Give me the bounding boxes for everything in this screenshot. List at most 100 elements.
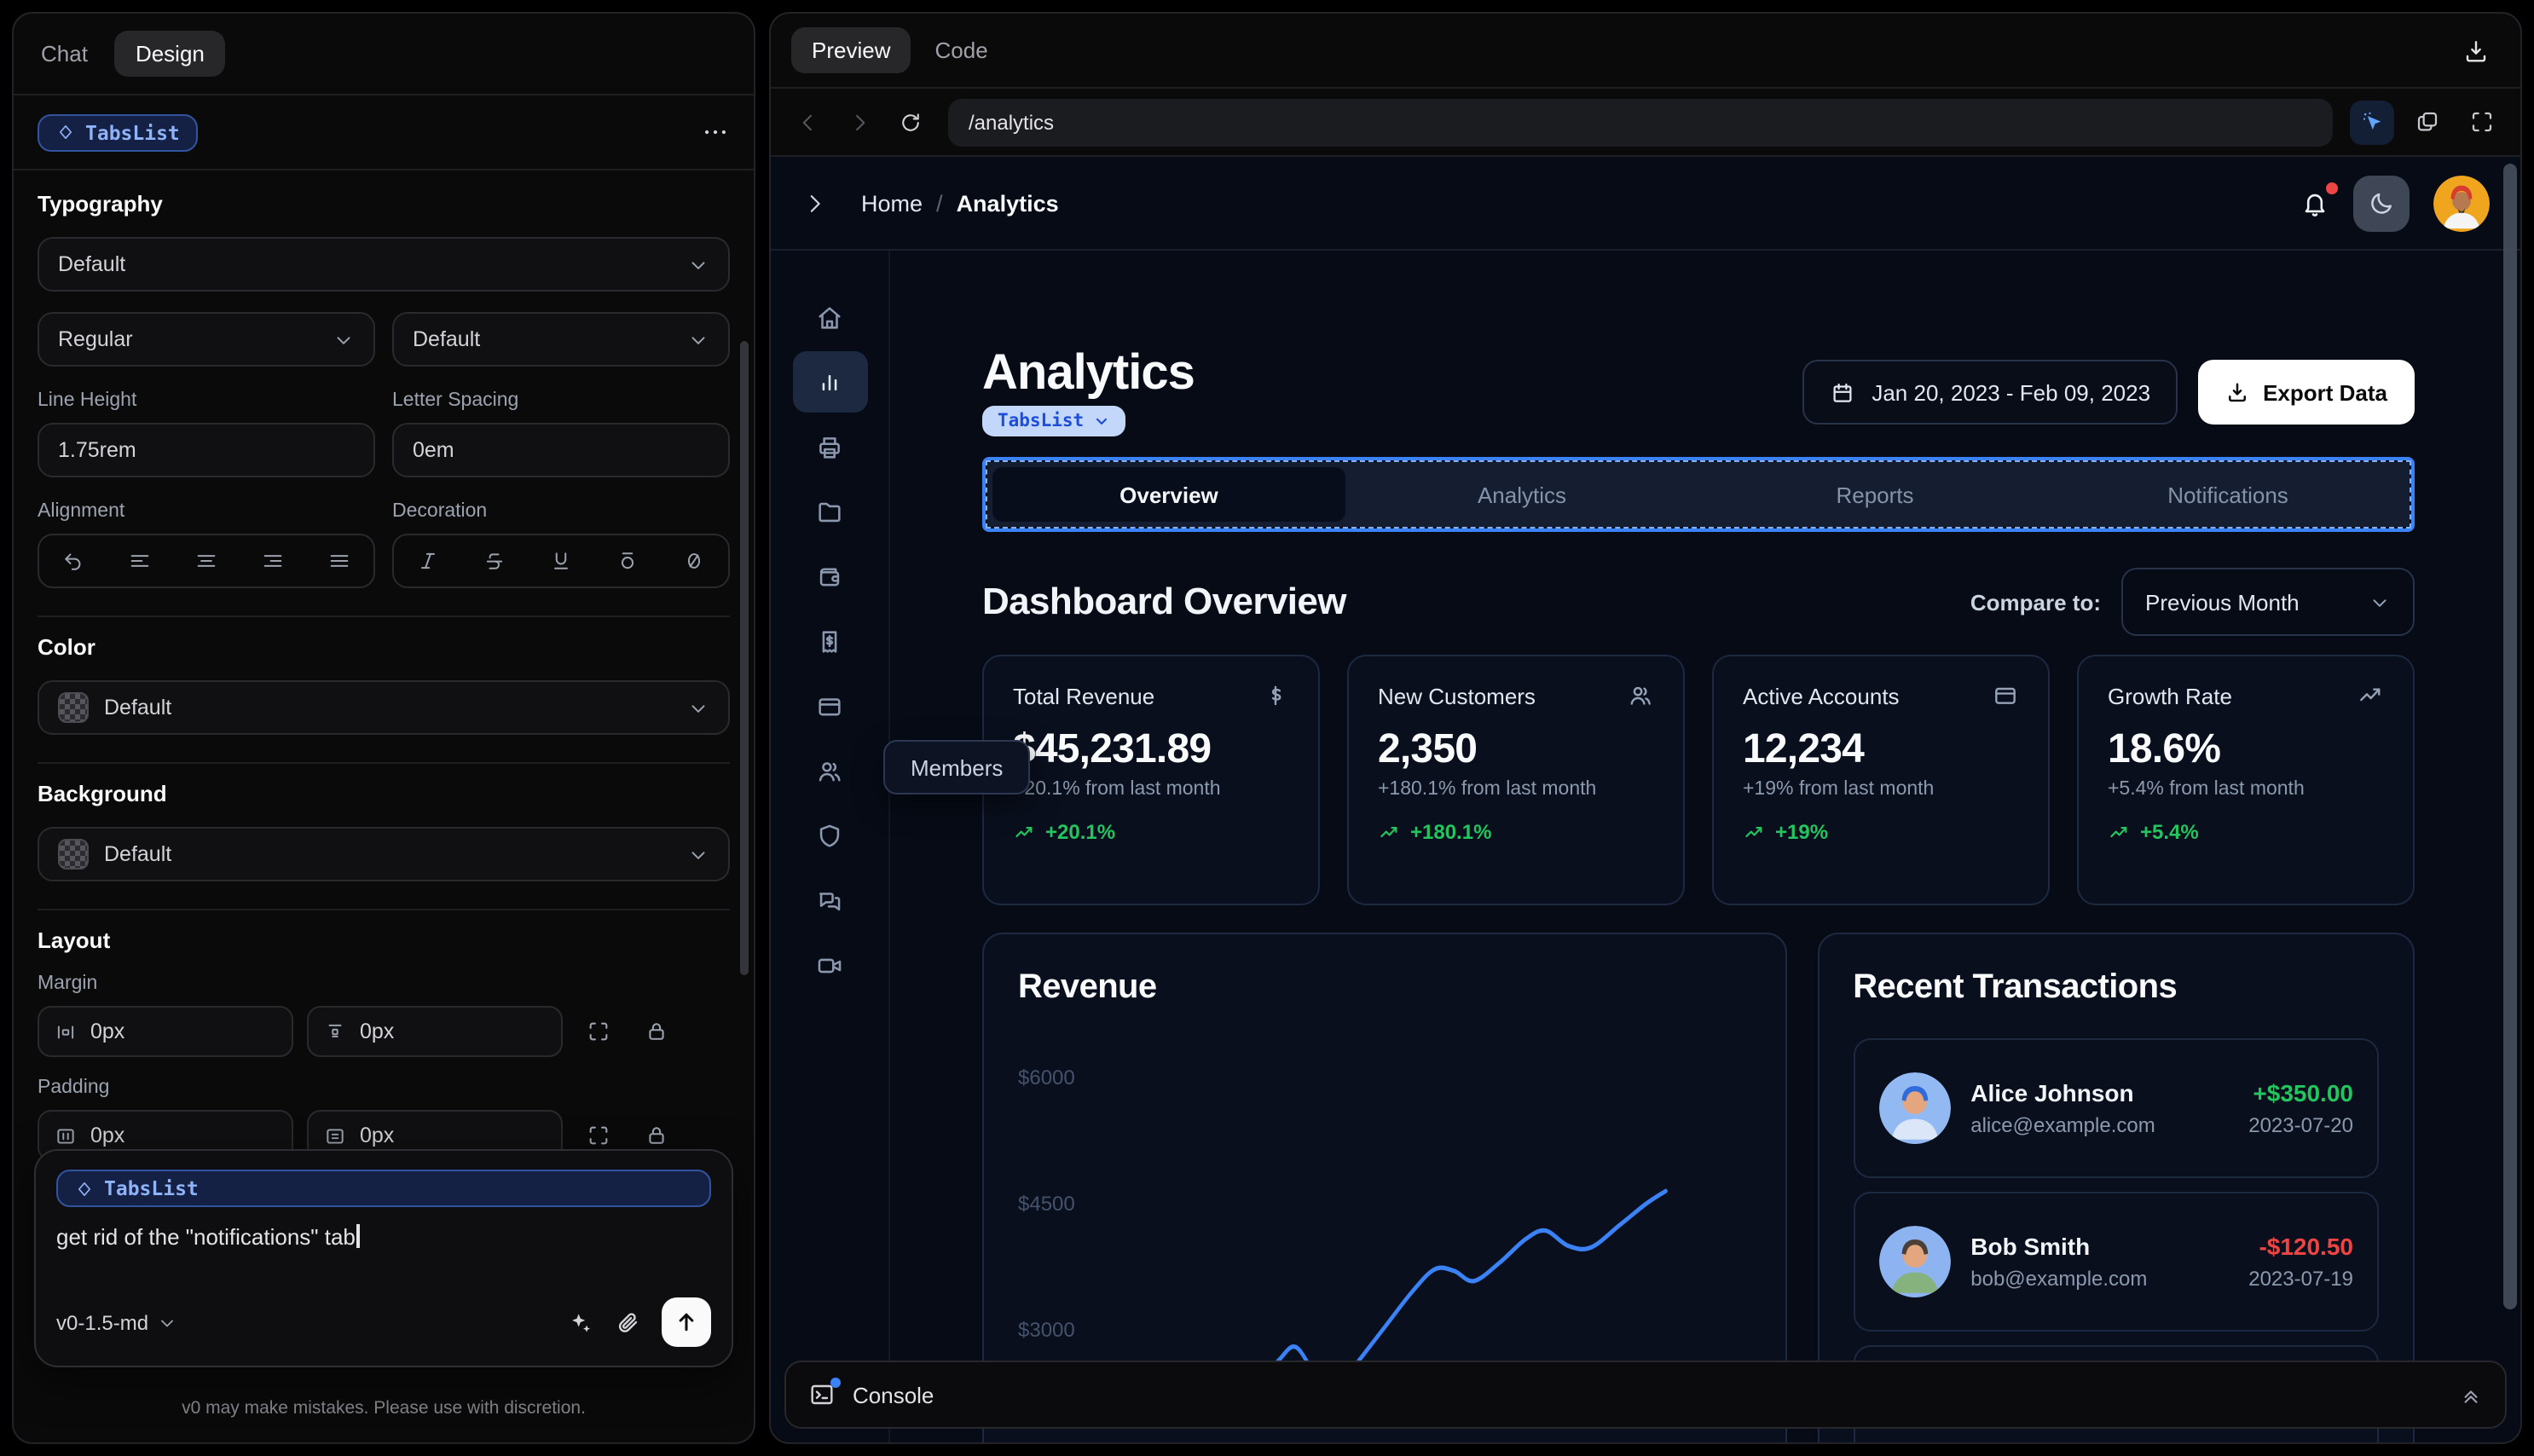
copy-page-button[interactable] <box>2404 100 2449 144</box>
rail-item-video[interactable] <box>792 934 867 996</box>
date-range-picker[interactable]: Jan 20, 2023 - Feb 09, 2023 <box>1802 360 2178 425</box>
stat-subtext: +20.1% from last month <box>1013 779 1221 800</box>
enhance-prompt-button[interactable] <box>566 1309 593 1336</box>
fullscreen-button[interactable] <box>2459 100 2503 144</box>
y-axis-tick: $6000 <box>1018 1066 1075 1089</box>
rail-item-messages[interactable] <box>792 870 867 931</box>
back-button[interactable] <box>788 101 829 142</box>
prompt-input[interactable]: get rid of the "notifications" tab <box>56 1224 711 1297</box>
font-size-select[interactable]: Default <box>392 312 730 367</box>
chevron-down-icon <box>687 328 709 350</box>
decoration-button-group <box>392 534 730 588</box>
notifications-bell-button[interactable] <box>2300 182 2338 217</box>
rail-item-printer[interactable] <box>792 416 867 477</box>
export-data-button[interactable]: Export Data <box>2198 360 2415 425</box>
tab-code[interactable]: Code <box>935 38 988 63</box>
layout-title: Layout <box>38 927 111 953</box>
rail-item-wallet[interactable] <box>792 546 867 607</box>
padding-y-value: 0px <box>360 1124 395 1147</box>
tab-notifications[interactable]: Notifications <box>2051 467 2404 522</box>
download-button[interactable] <box>2452 26 2500 74</box>
app-body: Analytics TabsList Jan 20, 2023 - Feb 09… <box>771 251 2520 1442</box>
margin-x-input[interactable]: 0px <box>38 1006 293 1057</box>
underline-button[interactable] <box>528 549 594 573</box>
stat-card-new-customers: New Customers 2,350 +180.1% from last mont… <box>1347 655 1685 905</box>
italic-button[interactable] <box>394 549 460 573</box>
stat-cards-row: Total Revenue $45,231.89 +20.1% from last … <box>982 655 2415 905</box>
lock-margin-button[interactable] <box>634 1009 679 1054</box>
refresh-button[interactable] <box>890 101 931 142</box>
chevron-down-icon <box>157 1312 177 1332</box>
user-avatar[interactable] <box>2433 175 2490 231</box>
expand-margin-button[interactable] <box>576 1009 621 1054</box>
video-icon <box>815 950 844 979</box>
margin-y-input[interactable]: 0px <box>307 1006 563 1057</box>
margin-y-value: 0px <box>360 1020 395 1043</box>
preview-scrollbar[interactable] <box>2503 160 2517 1354</box>
typography-title: Typography <box>38 191 163 217</box>
breadcrumb-home[interactable]: Home <box>861 190 923 216</box>
folder-icon <box>815 497 844 526</box>
selected-component-chip[interactable]: TabsList <box>38 113 199 151</box>
align-center-button[interactable] <box>173 549 240 573</box>
prompt-component-chip[interactable]: TabsList <box>56 1170 711 1207</box>
font-weight-value: Regular <box>58 327 133 351</box>
color-value: Default <box>104 696 172 719</box>
compare-select[interactable]: Previous Month <box>2121 568 2415 636</box>
model-select[interactable]: v0-1.5-md <box>56 1310 177 1334</box>
background-select[interactable]: Default <box>38 827 730 881</box>
chevrons-up-icon[interactable] <box>2459 1383 2483 1407</box>
rail-item-bar-chart[interactable] <box>792 351 867 413</box>
trending-up-icon <box>1378 821 1400 843</box>
send-button[interactable] <box>662 1297 711 1347</box>
color-select[interactable]: Default <box>38 680 730 735</box>
no-decoration-button[interactable] <box>662 549 728 573</box>
font-family-value: Default <box>58 252 126 276</box>
bar-chart-icon <box>815 367 844 396</box>
align-justify-button[interactable] <box>307 549 373 573</box>
theme-toggle-button[interactable] <box>2353 175 2410 231</box>
font-family-select[interactable]: Default <box>38 237 730 292</box>
line-height-input[interactable]: 1.75rem <box>38 423 375 477</box>
console-bar[interactable]: Console <box>784 1361 2507 1429</box>
tab-preview[interactable]: Preview <box>791 27 911 73</box>
letter-spacing-input[interactable]: 0em <box>392 423 730 477</box>
preview-scrollbar-thumb[interactable] <box>2503 164 2517 1309</box>
rail-item-users[interactable] <box>792 740 867 801</box>
layout-section: Layout Margin 0px 0px Padding 0px 0px <box>38 910 730 1188</box>
arrow-up-icon <box>674 1309 699 1335</box>
diamond-icon <box>75 1179 94 1198</box>
sidebar-expand-button[interactable] <box>801 190 827 216</box>
prompt-composer: TabsList get rid of the "notifications" … <box>34 1149 733 1367</box>
app-sidebar-rail <box>771 251 890 1442</box>
design-select-button[interactable] <box>2350 100 2394 144</box>
align-left-button[interactable] <box>106 549 172 573</box>
sidebar-tooltip: Members <box>883 740 1031 794</box>
font-weight-select[interactable]: Regular <box>38 312 375 367</box>
tab-design[interactable]: Design <box>114 31 225 77</box>
strikethrough-button[interactable] <box>460 549 527 573</box>
url-input[interactable]: /analytics <box>948 98 2333 146</box>
text-caret <box>356 1224 360 1248</box>
rail-item-folder[interactable] <box>792 481 867 542</box>
forward-button[interactable] <box>839 101 880 142</box>
typography-section: Typography Default Regular Default Line … <box>38 191 730 617</box>
selection-tag[interactable]: TabsList <box>982 406 1125 436</box>
more-options-button[interactable] <box>701 118 730 147</box>
rail-item-receipt[interactable] <box>792 610 867 672</box>
rail-item-credit-card[interactable] <box>792 675 867 737</box>
overline-button[interactable] <box>594 549 661 573</box>
tab-overview[interactable]: Overview <box>992 467 1345 522</box>
rail-item-shield[interactable] <box>792 805 867 866</box>
tab-chat[interactable]: Chat <box>41 41 88 66</box>
transaction-avatar <box>1878 1226 1951 1297</box>
rail-item-home[interactable] <box>792 286 867 348</box>
align-right-button[interactable] <box>240 549 306 573</box>
trending-up-icon <box>1743 821 1765 843</box>
left-panel-scrollbar[interactable] <box>740 341 749 975</box>
attach-file-button[interactable] <box>614 1309 641 1336</box>
page-title: Analytics <box>982 346 1195 401</box>
undo-button[interactable] <box>39 549 106 573</box>
tab-analytics[interactable]: Analytics <box>1345 467 1698 522</box>
tab-reports[interactable]: Reports <box>1698 467 2051 522</box>
